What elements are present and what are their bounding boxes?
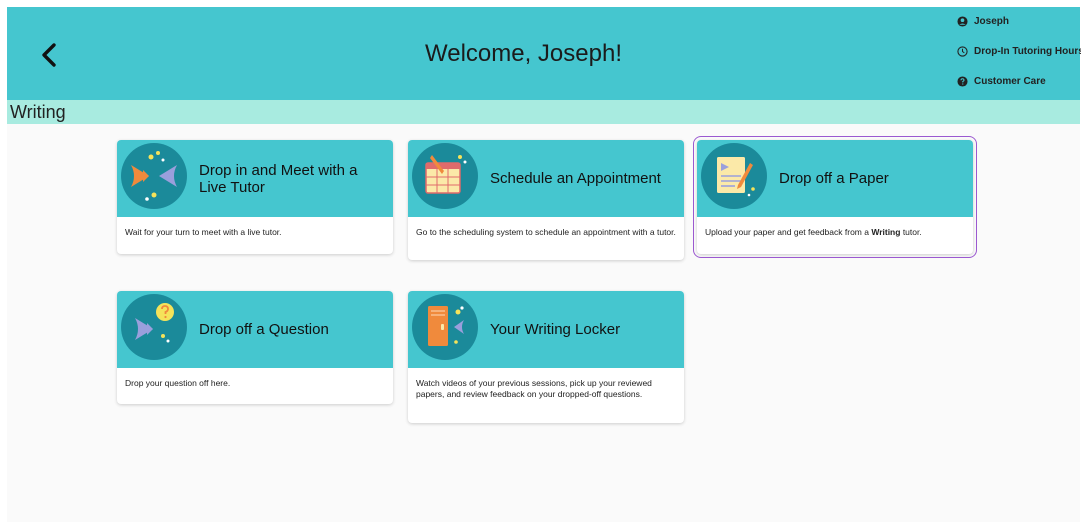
clock-icon (957, 45, 968, 57)
card-description: Drop your question off here. (125, 378, 231, 388)
question-circle-icon (957, 75, 968, 87)
drop-in-hours-label: Drop-In Tutoring Hours (974, 45, 1081, 57)
card-header: Drop in and Meet with a Live Tutor (117, 140, 393, 217)
fish-meeting-icon (121, 143, 187, 209)
customer-care-link[interactable]: Customer Care (957, 75, 1080, 87)
card-writing-locker[interactable]: Your Writing Locker Watch videos of your… (408, 291, 684, 423)
card-title: Schedule an Appointment (490, 170, 661, 187)
card-description-text: Upload your paper and get feedback from … (705, 227, 872, 237)
app: Welcome, Joseph! Joseph Drop-In Tutoring… (7, 7, 1081, 522)
header: Welcome, Joseph! Joseph Drop-In Tutoring… (7, 7, 1081, 100)
card-schedule-appointment[interactable]: Schedule an Appointment Go to the schedu… (408, 140, 684, 260)
card-drop-off-paper[interactable]: Drop off a Paper Upload your paper and g… (693, 136, 977, 258)
card-title: Drop off a Paper (779, 170, 889, 187)
card-header: Drop off a Question (117, 291, 393, 368)
user-name: Joseph (974, 15, 1010, 27)
card-drop-in-live-tutor[interactable]: Drop in and Meet with a Live Tutor Wait … (117, 140, 393, 254)
card-title: Your Writing Locker (490, 321, 621, 338)
user-circle-icon (957, 15, 968, 27)
locker-icon (412, 294, 478, 360)
card-title: Drop in and Meet with a Live Tutor (199, 161, 358, 196)
card-drop-off-question[interactable]: Drop off a Question Drop your question o… (117, 291, 393, 404)
paper-pencil-icon (701, 143, 767, 209)
card-header: Schedule an Appointment (408, 140, 684, 217)
drop-in-hours-link[interactable]: Drop-In Tutoring Hours (957, 45, 1081, 57)
user-menu: Joseph Drop-In Tutoring Hours Customer C… (957, 15, 1081, 105)
section-bar: Writing (7, 100, 1080, 124)
card-header: Your Writing Locker (408, 291, 684, 368)
card-description: Wait for your turn to meet with a live t… (125, 227, 282, 237)
card-description-text: tutor. (900, 227, 922, 237)
card-description: Watch videos of your previous sessions, … (416, 378, 652, 399)
card-title: Drop off a Question (199, 321, 329, 338)
card-description: Go to the scheduling system to schedule … (416, 227, 676, 237)
section-title: Writing (10, 102, 66, 122)
user-profile-link[interactable]: Joseph (957, 15, 1080, 27)
customer-care-label: Customer Care (974, 75, 1046, 87)
page-title: Welcome, Joseph! (425, 40, 622, 67)
card-description-subject: Writing (871, 227, 901, 237)
card-description: Upload your paper and get feedback from … (697, 217, 973, 254)
fish-question-icon (121, 294, 187, 360)
card-header: Drop off a Paper (697, 140, 973, 217)
calendar-pencil-icon (412, 143, 478, 209)
